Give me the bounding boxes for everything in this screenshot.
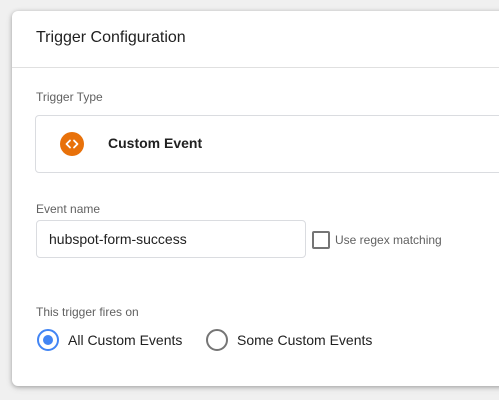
fires-on-label: This trigger fires on <box>36 305 139 319</box>
code-brackets-icon <box>60 132 84 156</box>
regex-checkbox[interactable] <box>312 231 330 249</box>
radio-button[interactable] <box>206 329 228 351</box>
trigger-type-selector[interactable]: Custom Event <box>35 115 499 173</box>
event-name-label: Event name <box>36 202 101 216</box>
regex-checkbox-label: Use regex matching <box>335 233 442 247</box>
event-name-input[interactable] <box>36 220 306 258</box>
radio-button-selected[interactable] <box>37 329 59 351</box>
radio-all-label: All Custom Events <box>68 332 183 348</box>
trigger-type-label: Trigger Type <box>36 90 103 104</box>
radio-some-label: Some Custom Events <box>237 332 373 348</box>
trigger-type-name: Custom Event <box>108 135 203 151</box>
trigger-configuration-card: Trigger Configuration Trigger Type Custo… <box>12 11 499 386</box>
card-title: Trigger Configuration <box>36 29 186 46</box>
card-header: Trigger Configuration <box>12 11 499 68</box>
